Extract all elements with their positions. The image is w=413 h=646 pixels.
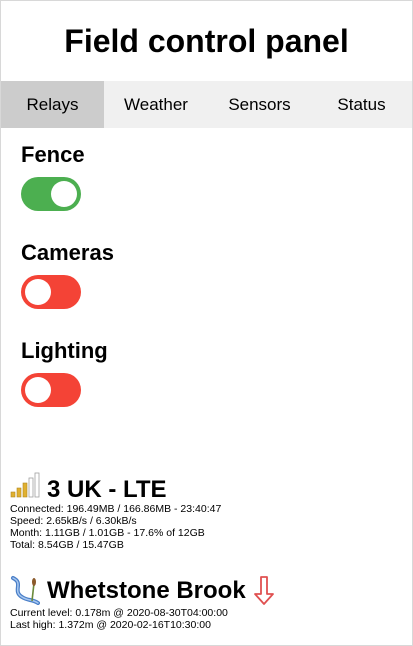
network-connected: Connected: 196.49MB / 166.86MB - 23:40:4… — [10, 503, 222, 515]
relay-label-cameras: Cameras — [21, 240, 114, 265]
river-title: Whetstone Brook — [47, 577, 246, 604]
network-title: 3 UK - LTE — [47, 476, 167, 503]
down-arrow-icon — [254, 576, 274, 605]
network-month: Month: 1.11GB / 1.01GB - 17.6% of 12GB — [10, 527, 205, 539]
river-icon — [11, 576, 40, 605]
toggle-knob — [51, 181, 77, 207]
tab-bar: Relays Weather Sensors Status — [1, 81, 412, 128]
tab-status[interactable]: Status — [311, 81, 412, 128]
river-current-level: Current level: 0.178m @ 2020-08-30T04:00… — [10, 607, 228, 619]
river-last-high: Last high: 1.372m @ 2020-02-16T10:30:00 — [10, 619, 211, 631]
toggle-knob — [25, 279, 51, 305]
tab-sensors[interactable]: Sensors — [208, 81, 311, 128]
toggle-knob — [25, 377, 51, 403]
page-title: Field control panel — [64, 23, 349, 59]
tab-weather[interactable]: Weather — [104, 81, 208, 128]
lighting-toggle[interactable] — [21, 373, 81, 407]
signal-bars-icon — [10, 472, 40, 498]
cameras-toggle[interactable] — [21, 275, 81, 309]
fence-toggle[interactable] — [21, 177, 81, 211]
relay-label-lighting: Lighting — [21, 338, 108, 363]
relay-label-fence: Fence — [21, 142, 85, 167]
network-total: Total: 8.54GB / 15.47GB — [10, 539, 124, 551]
network-speed: Speed: 2.65kB/s / 6.30kB/s — [10, 515, 137, 527]
tab-relays[interactable]: Relays — [1, 81, 104, 128]
